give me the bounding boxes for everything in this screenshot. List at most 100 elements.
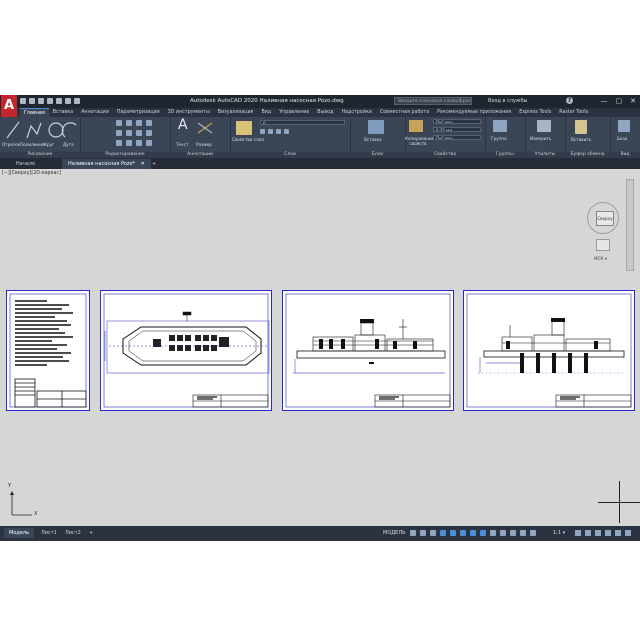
drawing-canvas[interactable]: [−][Сверху][2D-каркас] Сверху МСК ▾ Y X xyxy=(0,169,640,526)
close-button[interactable]: ✕ xyxy=(630,97,636,105)
layer-lock-icon[interactable] xyxy=(284,129,289,134)
measure-button[interactable]: Измерить xyxy=(530,136,551,141)
quick-properties-icon[interactable] xyxy=(605,530,611,536)
group-button[interactable]: Группа xyxy=(491,136,507,141)
dimension-icon[interactable] xyxy=(197,121,213,135)
open-icon[interactable] xyxy=(29,98,35,104)
infer-icon[interactable] xyxy=(430,530,436,536)
viewport-controls[interactable]: [−][Сверху][2D-каркас] xyxy=(2,171,61,176)
match-properties-icon[interactable] xyxy=(409,120,423,132)
annotation-monitor-icon[interactable] xyxy=(585,530,591,536)
customization-menu-icon[interactable] xyxy=(625,530,631,536)
tab-collaborate[interactable]: Совместная работа xyxy=(376,108,433,117)
file-tab-start[interactable]: Начало xyxy=(10,159,41,169)
layer-off-icon[interactable] xyxy=(260,129,265,134)
annotation-scale[interactable]: 1:1 ▾ xyxy=(553,530,565,536)
home-icon[interactable] xyxy=(596,239,610,251)
layer-freeze-icon[interactable] xyxy=(276,129,281,134)
base-view-icon[interactable] xyxy=(618,120,630,132)
dimension-button[interactable]: Размер xyxy=(196,142,212,147)
undo-icon[interactable] xyxy=(65,98,71,104)
signin-button[interactable]: Вход в службы xyxy=(488,98,527,104)
plot-icon[interactable] xyxy=(56,98,62,104)
layout-tab-sheet1[interactable]: Лист1 xyxy=(36,528,62,538)
rotate-icon[interactable] xyxy=(126,120,132,126)
tab-express-tools[interactable]: Express Tools xyxy=(515,108,555,117)
add-layout-button[interactable]: + xyxy=(84,528,98,538)
save-as-icon[interactable] xyxy=(47,98,53,104)
autocad-logo-button[interactable]: A xyxy=(1,95,17,119)
minimize-button[interactable]: — xyxy=(601,97,608,105)
group-icon[interactable] xyxy=(493,120,507,132)
layer-dropdown[interactable]: 0 xyxy=(260,120,345,125)
paste-button[interactable]: Вставить xyxy=(571,137,591,142)
ortho-icon[interactable] xyxy=(440,530,446,536)
autoscale-icon[interactable] xyxy=(530,530,536,536)
tab-annotate[interactable]: Аннотации xyxy=(77,108,113,117)
transparency-icon[interactable] xyxy=(500,530,506,536)
model-space-toggle[interactable]: МОДЕЛЬ xyxy=(383,530,406,536)
layer-properties-icon[interactable] xyxy=(236,121,252,135)
layer-isolate-icon[interactable] xyxy=(268,129,273,134)
lineweight-icon[interactable] xyxy=(490,530,496,536)
explode-icon[interactable] xyxy=(146,130,152,136)
mirror-icon[interactable] xyxy=(126,130,132,136)
object-snap-tracking-icon[interactable] xyxy=(470,530,476,536)
tab-3d-tools[interactable]: 3D инструменты xyxy=(164,108,214,117)
tab-home[interactable]: Главная xyxy=(20,108,49,117)
move-icon[interactable] xyxy=(116,120,122,126)
erase-icon[interactable] xyxy=(146,120,152,126)
file-tab-drawing[interactable]: Наливная насосная Pozo* ✕ xyxy=(62,159,151,169)
polyline-button[interactable]: Полилиния xyxy=(20,142,45,147)
viewcube-top-face[interactable]: Сверху xyxy=(596,211,614,226)
search-input[interactable]: Введите ключевое слово/фразу xyxy=(394,97,472,105)
isodraft-icon[interactable] xyxy=(460,530,466,536)
object-snap-icon[interactable] xyxy=(480,530,486,536)
tab-insert[interactable]: Вставка xyxy=(49,108,77,117)
new-icon[interactable] xyxy=(20,98,26,104)
workspace-gear-icon[interactable] xyxy=(575,530,581,536)
base-view-button[interactable]: База xyxy=(617,136,627,141)
tab-visualize[interactable]: Визуализация xyxy=(214,108,258,117)
save-icon[interactable] xyxy=(38,98,44,104)
units-icon[interactable] xyxy=(595,530,601,536)
tab-parametric[interactable]: Параметризация xyxy=(113,108,164,117)
polar-icon[interactable] xyxy=(450,530,456,536)
layer-properties-button[interactable]: Свойства слоя xyxy=(232,137,264,142)
tab-featured-apps[interactable]: Рекомендуемые приложения xyxy=(433,108,515,117)
scale-icon[interactable] xyxy=(126,140,132,146)
tab-raster-tools[interactable]: Raster Tools xyxy=(555,108,592,117)
circle-button[interactable]: Круг xyxy=(44,142,54,147)
lineweight-dropdown[interactable]: 0,35 мм xyxy=(433,127,481,132)
wcs-menu[interactable]: МСК ▾ xyxy=(594,256,607,261)
color-dropdown[interactable]: ПоСлою xyxy=(433,119,481,124)
tab-addins[interactable]: Надстройки xyxy=(337,108,375,117)
trim-icon[interactable] xyxy=(136,120,142,126)
grid-icon[interactable] xyxy=(410,530,416,536)
tab-manage[interactable]: Управление xyxy=(275,108,313,117)
arc-button[interactable]: Дуга xyxy=(63,142,74,147)
tab-output[interactable]: Вывод xyxy=(313,108,337,117)
navigation-bar[interactable] xyxy=(626,179,634,271)
text-button[interactable]: Текст xyxy=(176,142,188,147)
tab-view[interactable]: Вид xyxy=(257,108,275,117)
measure-icon[interactable] xyxy=(537,120,551,132)
snap-icon[interactable] xyxy=(420,530,426,536)
new-tab-button[interactable]: + xyxy=(146,159,162,169)
maximize-button[interactable]: ▢ xyxy=(616,97,623,105)
linetype-dropdown[interactable]: ПоСлою xyxy=(433,135,481,140)
match-properties-button[interactable]: Копирование свойств xyxy=(405,136,434,146)
close-icon[interactable]: ✕ xyxy=(141,161,145,167)
array-icon[interactable] xyxy=(136,140,142,146)
selection-cycling-icon[interactable] xyxy=(510,530,516,536)
text-icon[interactable]: A xyxy=(178,117,188,133)
copy-icon[interactable] xyxy=(116,130,122,136)
annotation-visibility-icon[interactable] xyxy=(520,530,526,536)
paste-icon[interactable] xyxy=(575,120,587,134)
offset-icon[interactable] xyxy=(146,140,152,146)
viewcube[interactable]: Сверху xyxy=(587,202,619,234)
fillet-icon[interactable] xyxy=(136,130,142,136)
layout-tab-model[interactable]: Модель xyxy=(4,528,35,538)
line-button[interactable]: Отрезок xyxy=(2,142,20,147)
isolate-objects-icon[interactable] xyxy=(615,530,621,536)
